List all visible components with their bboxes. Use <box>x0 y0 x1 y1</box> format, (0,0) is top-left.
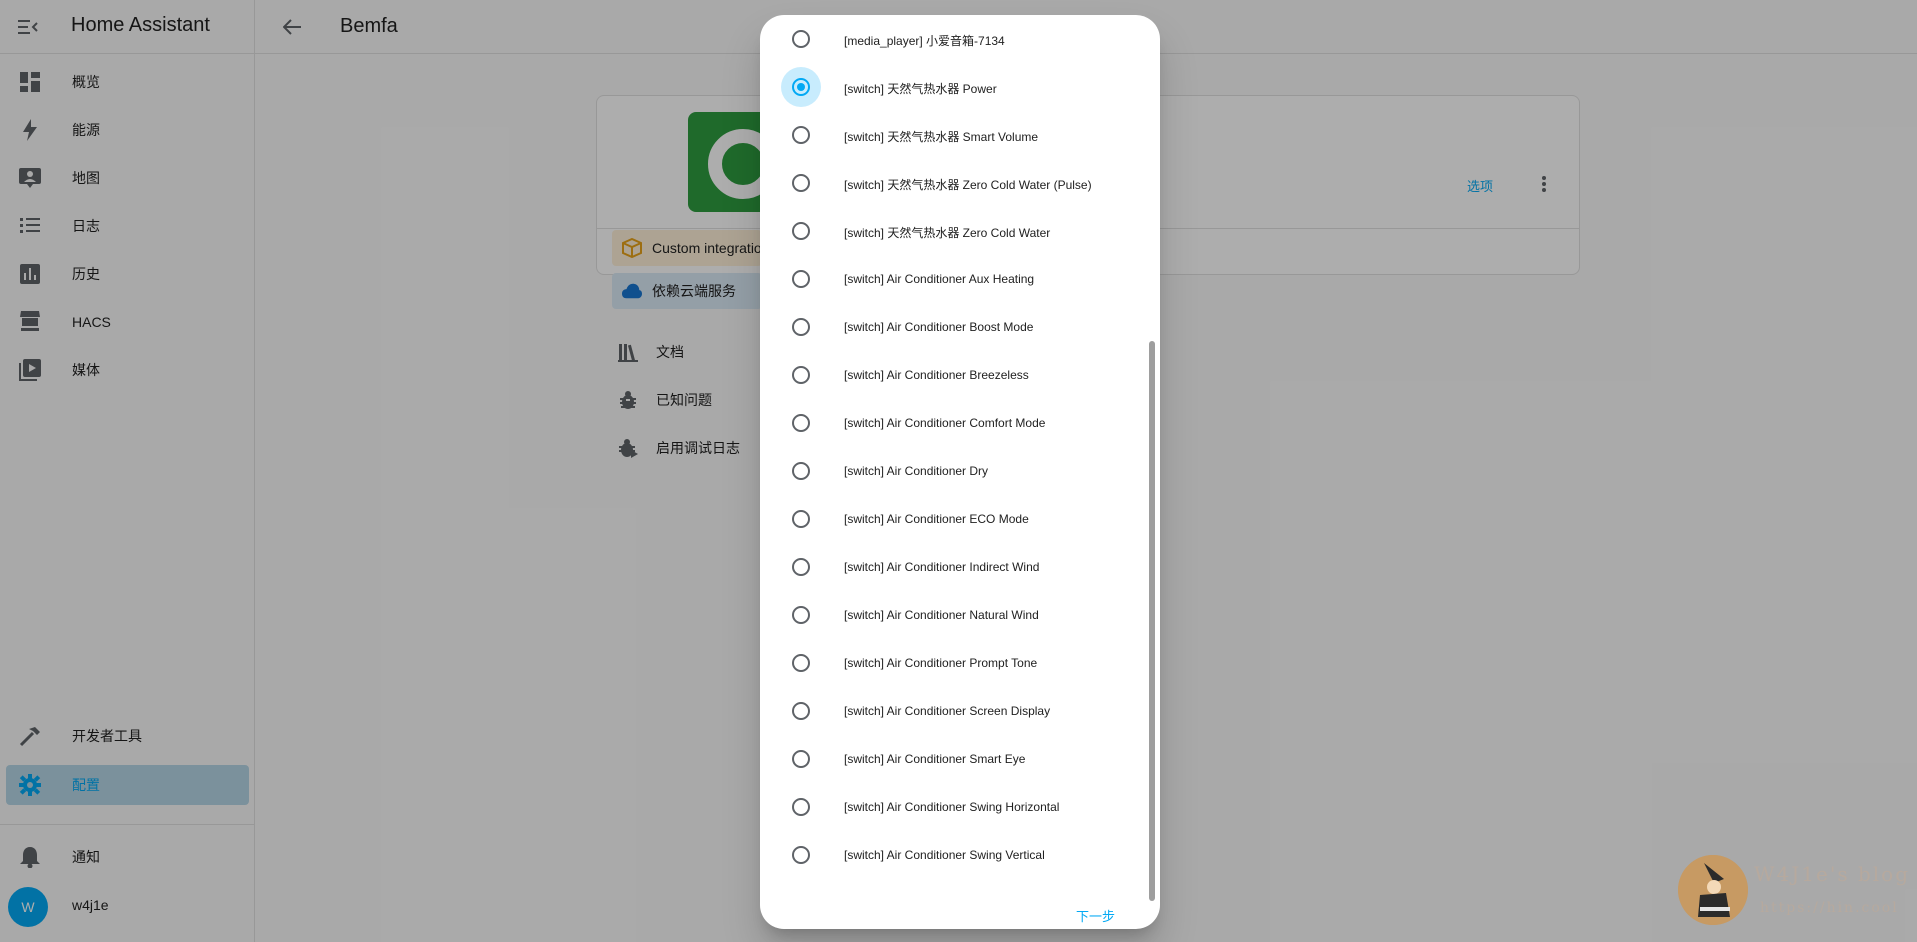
radio-button[interactable] <box>792 846 810 864</box>
radio-button[interactable] <box>792 702 810 720</box>
watermark-title: W4J1e's blog <box>1754 862 1911 886</box>
radio-option[interactable]: [switch] 天然气热水器 Smart Volume <box>785 115 1125 155</box>
radio-button[interactable] <box>792 798 810 816</box>
radio-button[interactable] <box>792 78 810 96</box>
option-label: [switch] Air Conditioner Swing Vertical <box>844 848 1045 862</box>
radio-button[interactable] <box>792 222 810 240</box>
radio-option[interactable]: [switch] Air Conditioner Aux Heating <box>785 259 1125 299</box>
radio-option[interactable]: [switch] Air Conditioner Natural Wind <box>785 595 1125 635</box>
radio-option[interactable]: [switch] 天然气热水器 Zero Cold Water (Pulse) <box>785 163 1125 203</box>
watermark-avatar <box>1678 855 1748 925</box>
radio-button[interactable] <box>792 750 810 768</box>
option-label: [switch] 天然气热水器 Smart Volume <box>844 130 1039 144</box>
dialog-scrollbar[interactable] <box>1149 341 1155 901</box>
entity-select-dialog: [media_player] 小爱音箱-7134 [switch] 天然气热水器… <box>760 15 1160 929</box>
radio-option[interactable]: [switch] 天然气热水器 Power <box>781 67 1125 107</box>
radio-option[interactable]: [switch] Air Conditioner Indirect Wind <box>785 547 1125 587</box>
option-label: [switch] 天然气热水器 Zero Cold Water <box>844 226 1051 240</box>
option-label: [switch] Air Conditioner Dry <box>844 464 989 478</box>
radio-button[interactable] <box>792 174 810 192</box>
radio-option[interactable]: [switch] Air Conditioner Boost Mode <box>785 307 1125 347</box>
option-label: [switch] Air Conditioner ECO Mode <box>844 512 1029 526</box>
radio-option[interactable]: [switch] Air Conditioner ECO Mode <box>785 499 1125 539</box>
next-button[interactable]: 下一步 <box>1076 906 1115 925</box>
radio-button[interactable] <box>792 318 810 336</box>
radio-option[interactable]: [switch] Air Conditioner Breezeless <box>785 355 1125 395</box>
option-label: [switch] Air Conditioner Screen Display <box>844 704 1051 718</box>
option-label: [switch] Air Conditioner Indirect Wind <box>844 560 1040 574</box>
option-label: [switch] Air Conditioner Comfort Mode <box>844 416 1046 430</box>
radio-button[interactable] <box>792 462 810 480</box>
radio-option[interactable]: [switch] Air Conditioner Prompt Tone <box>785 643 1125 683</box>
radio-button[interactable] <box>792 510 810 528</box>
radio-option[interactable]: [switch] Air Conditioner Swing Vertical <box>785 835 1125 875</box>
radio-option[interactable]: [switch] Air Conditioner Comfort Mode <box>785 403 1125 443</box>
option-label: [switch] Air Conditioner Swing Horizonta… <box>844 800 1060 814</box>
option-label: [media_player] 小爱音箱-7134 <box>844 34 1005 48</box>
radio-button[interactable] <box>792 30 810 48</box>
radio-option[interactable]: [switch] Air Conditioner Swing Horizonta… <box>785 787 1125 827</box>
radio-button[interactable] <box>792 270 810 288</box>
radio-button[interactable] <box>792 414 810 432</box>
radio-button[interactable] <box>792 126 810 144</box>
option-label: [switch] Air Conditioner Smart Eye <box>844 752 1026 766</box>
watermark-url: https://hin.cool <box>1760 900 1899 916</box>
option-label: [switch] Air Conditioner Natural Wind <box>844 608 1039 622</box>
radio-option[interactable]: [switch] 天然气热水器 Zero Cold Water <box>785 211 1125 251</box>
radio-option[interactable]: [media_player] 小爱音箱-7134 <box>785 19 1125 59</box>
option-label: [switch] Air Conditioner Boost Mode <box>844 320 1034 334</box>
radio-button[interactable] <box>792 654 810 672</box>
option-label: [switch] 天然气热水器 Zero Cold Water (Pulse) <box>844 178 1092 192</box>
radio-button[interactable] <box>792 558 810 576</box>
radio-option[interactable]: [switch] Air Conditioner Screen Display <box>785 691 1125 731</box>
radio-button[interactable] <box>792 606 810 624</box>
option-label: [switch] Air Conditioner Breezeless <box>844 368 1029 382</box>
option-label: [switch] Air Conditioner Aux Heating <box>844 272 1035 286</box>
option-label: [switch] 天然气热水器 Power <box>844 82 997 96</box>
radio-option[interactable]: [switch] Air Conditioner Smart Eye <box>785 739 1125 779</box>
radio-option[interactable]: [switch] Air Conditioner Dry <box>785 451 1125 491</box>
radio-button[interactable] <box>792 366 810 384</box>
option-label: [switch] Air Conditioner Prompt Tone <box>844 656 1038 670</box>
